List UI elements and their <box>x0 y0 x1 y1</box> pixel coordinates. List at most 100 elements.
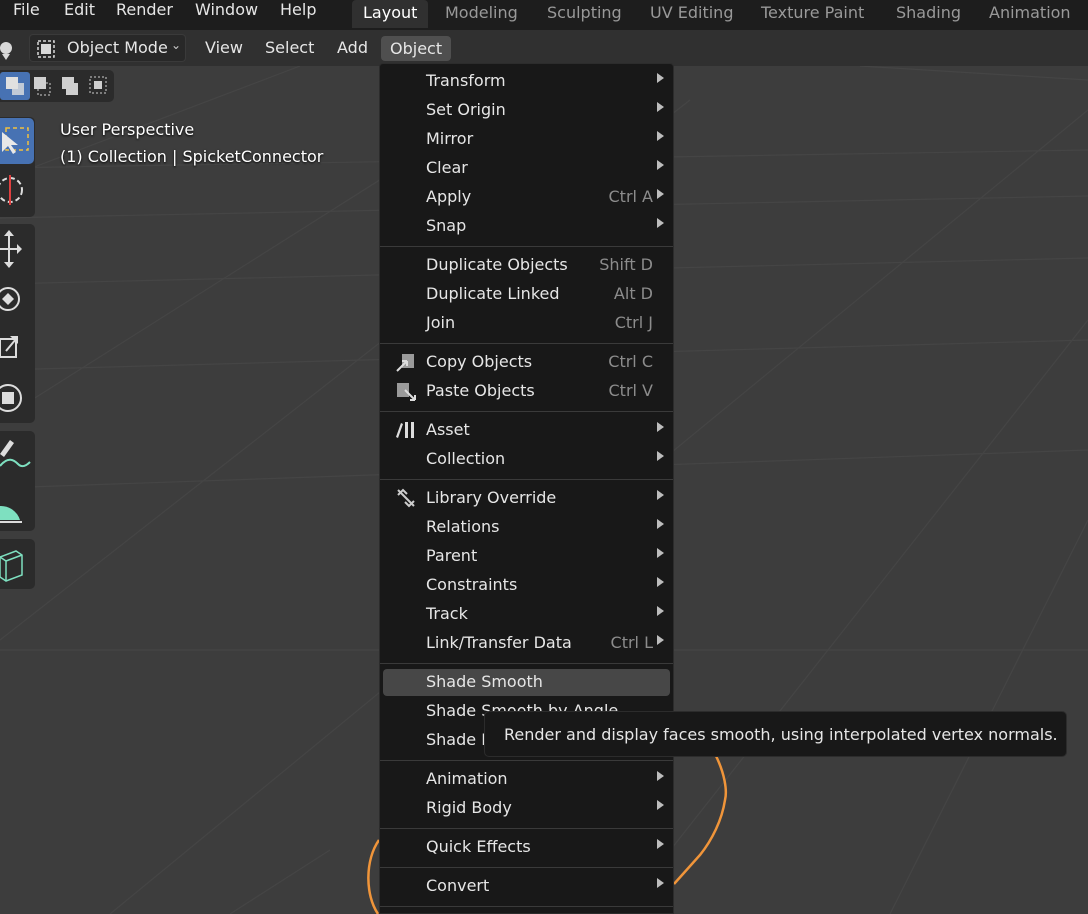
menu-item-shade-smooth[interactable]: Shade Smooth <box>383 669 670 696</box>
move-icon <box>0 230 22 268</box>
header-menu-add[interactable]: Add <box>337 38 368 57</box>
mode-dropdown[interactable]: Object Mode ⌄ <box>29 34 186 62</box>
submenu-arrow-icon <box>657 519 664 529</box>
submenu-arrow-icon <box>657 218 664 228</box>
annotate-tool[interactable] <box>0 432 34 478</box>
menu-file[interactable]: File <box>13 0 40 22</box>
submenu-arrow-icon <box>657 635 664 645</box>
menu-item-track[interactable]: Track <box>383 601 670 628</box>
header-menu-view[interactable]: View <box>205 38 243 57</box>
chevron-down-icon: ⌄ <box>170 38 181 52</box>
menu-item-quick-effects[interactable]: Quick Effects <box>383 834 670 861</box>
menu-edit[interactable]: Edit <box>64 0 95 22</box>
menu-help[interactable]: Help <box>280 0 316 22</box>
tab-modeling[interactable]: Modeling <box>434 0 529 28</box>
select-box-tool[interactable] <box>0 118 34 164</box>
submenu-arrow-icon <box>657 131 664 141</box>
scale-tool[interactable] <box>0 325 34 371</box>
menu-item-link-transfer-data[interactable]: Link/Transfer Data Ctrl L <box>383 630 670 657</box>
menu-window[interactable]: Window <box>195 0 258 22</box>
menu-item-animation[interactable]: Animation <box>383 766 670 793</box>
menu-item-rigid-body[interactable]: Rigid Body <box>383 795 670 822</box>
menu-item-paste-objects[interactable]: Paste Objects Ctrl V <box>383 378 670 405</box>
menu-separator <box>380 411 673 412</box>
submenu-arrow-icon <box>657 606 664 616</box>
menu-item-mirror[interactable]: Mirror <box>383 126 670 153</box>
mode-label: Object Mode <box>67 38 168 57</box>
library-override-icon <box>397 488 415 508</box>
menu-item-duplicate-objects[interactable]: Duplicate Objects Shift D <box>383 252 670 279</box>
add-cube-icon <box>0 550 23 582</box>
cursor-tool[interactable] <box>0 167 34 213</box>
add-cube-tool[interactable] <box>0 541 34 587</box>
tab-sculpting[interactable]: Sculpting <box>536 0 633 28</box>
submenu-arrow-icon <box>657 548 664 558</box>
menu-item-constraints[interactable]: Constraints <box>383 572 670 599</box>
submenu-arrow-icon <box>657 451 664 461</box>
transform-icon <box>0 384 22 412</box>
menu-separator <box>380 906 673 907</box>
selection-mode-icons <box>0 72 107 100</box>
submenu-arrow-icon <box>657 422 664 432</box>
submenu-arrow-icon <box>657 878 664 888</box>
viewport-perspective-label: User Perspective <box>60 120 195 139</box>
menu-separator <box>380 828 673 829</box>
transform-tool[interactable] <box>0 375 34 421</box>
submenu-arrow-icon <box>657 73 664 83</box>
header-menu-object[interactable]: Object <box>381 36 452 61</box>
object-mode-icon <box>37 40 55 58</box>
menu-item-set-origin[interactable]: Set Origin <box>383 97 670 124</box>
asset-icon <box>396 422 414 438</box>
menu-item-relations[interactable]: Relations <box>383 514 670 541</box>
menu-item-duplicate-linked[interactable]: Duplicate Linked Alt D <box>383 281 670 308</box>
submenu-arrow-icon <box>657 839 664 849</box>
menu-item-convert[interactable]: Convert <box>383 873 670 900</box>
annotate-pencil-icon <box>0 440 31 468</box>
menu-item-library-override[interactable]: Library Override <box>383 485 670 512</box>
tab-uv-editing[interactable]: UV Editing <box>639 0 744 28</box>
menu-item-join[interactable]: Join Ctrl J <box>383 310 670 337</box>
submenu-arrow-icon <box>657 800 664 810</box>
rotate-icon <box>0 287 20 311</box>
submenu-arrow-icon <box>657 160 664 170</box>
menu-separator <box>380 867 673 868</box>
copy-objects-icon <box>396 354 414 372</box>
paste-objects-icon <box>397 383 416 401</box>
menu-separator <box>380 663 673 664</box>
menu-item-snap[interactable]: Snap <box>383 213 670 240</box>
measure-icon <box>0 505 22 523</box>
move-tool[interactable] <box>0 226 34 272</box>
selection-mode-toolbar <box>0 70 114 102</box>
menu-separator <box>380 760 673 761</box>
tab-animation[interactable]: Animation <box>978 0 1082 28</box>
cursor-icon <box>0 175 23 205</box>
menu-item-clear[interactable]: Clear <box>383 155 670 182</box>
submenu-arrow-icon <box>657 102 664 112</box>
editor-type-icon <box>0 42 12 60</box>
select-box-icon <box>2 127 29 154</box>
submenu-arrow-icon <box>657 771 664 781</box>
submenu-arrow-icon <box>657 577 664 587</box>
viewport-collection-label: (1) Collection | SpicketConnector <box>60 147 324 166</box>
tab-shading[interactable]: Shading <box>885 0 972 28</box>
tooltip-text: Render and display faces smooth, using i… <box>504 725 1058 744</box>
menu-item-parent[interactable]: Parent <box>383 543 670 570</box>
header-menu-select[interactable]: Select <box>265 38 314 57</box>
menu-render[interactable]: Render <box>116 0 173 22</box>
tooltip: Render and display faces smooth, using i… <box>484 711 1067 757</box>
editor-type-button[interactable] <box>0 36 24 62</box>
menu-item-transform[interactable]: Transform <box>383 68 670 95</box>
menu-item-apply[interactable]: Apply Ctrl A <box>383 184 670 211</box>
tab-texture-paint[interactable]: Texture Paint <box>750 0 875 28</box>
submenu-arrow-icon <box>657 189 664 199</box>
menu-item-asset[interactable]: Asset <box>383 417 670 444</box>
object-menu: Transform Set Origin Mirror Clear Apply … <box>379 63 674 914</box>
tab-layout[interactable]: Layout <box>352 0 429 28</box>
menu-item-copy-objects[interactable]: Copy Objects Ctrl C <box>383 349 670 376</box>
rotate-tool[interactable] <box>0 276 34 322</box>
menu-separator <box>380 343 673 344</box>
menu-item-collection[interactable]: Collection <box>383 446 670 473</box>
measure-tool[interactable] <box>0 482 34 528</box>
submenu-arrow-icon <box>657 490 664 500</box>
menu-separator <box>380 246 673 247</box>
